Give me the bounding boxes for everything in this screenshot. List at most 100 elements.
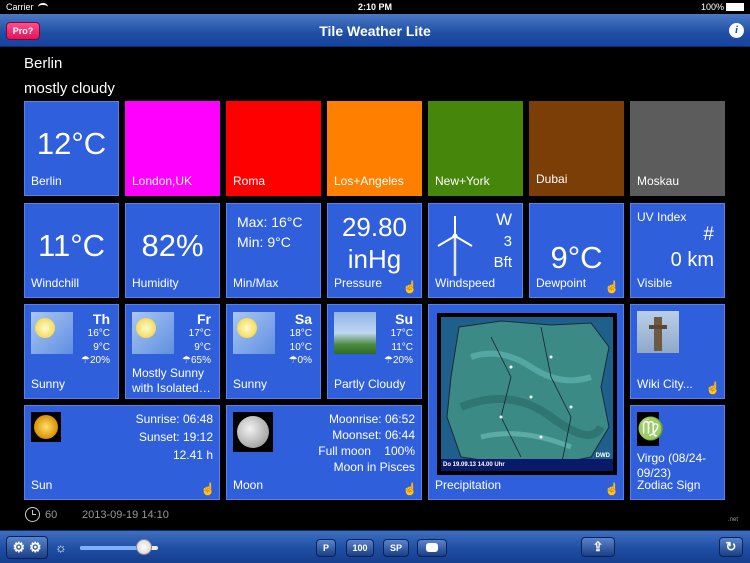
city-tile-new-york[interactable]: New+York [428, 101, 523, 196]
forecast-description: Sunny [233, 377, 268, 391]
zodiac-label: Zodiac Sign [637, 478, 701, 492]
share-button[interactable]: ⇪ [581, 537, 615, 557]
forecast-description: Sunny [31, 377, 66, 391]
max-temperature: Max: 16°C [237, 214, 303, 230]
p-button[interactable]: P [316, 539, 336, 557]
forecast-tile-thursday[interactable]: Th 16°C 9°C ☂20% Sunny [24, 304, 119, 399]
chat-button[interactable] [417, 539, 447, 557]
dewpoint-label: Dewpoint [536, 276, 587, 290]
dwd-badge: DWD [595, 453, 610, 459]
forecast-low: 9°C [93, 342, 110, 353]
wind-turbine-icon [437, 216, 473, 276]
current-temperature: 12°C [36, 126, 107, 161]
precipitation-radar-tile[interactable]: Do 19.09.13 14.00 Uhr DWD Precipitation … [428, 304, 624, 500]
sunrise-time: Sunrise: 06:48 [135, 412, 213, 426]
forecast-precipitation: ☂0% [288, 355, 312, 366]
windchill-label: Windchill [31, 276, 80, 290]
windchill-value: 11°C [38, 228, 105, 263]
sun-image [31, 412, 61, 442]
forecast-tile-saturday[interactable]: Sa 18°C 10°C ☂0% Sunny [226, 304, 321, 399]
refresh-button[interactable]: ↻ [719, 537, 743, 557]
forecast-tile-sunday[interactable]: Su 17°C 11°C ☂20% Partly Cloudy [327, 304, 422, 399]
forecast-low: 9°C [194, 342, 211, 353]
last-updated: 2013-09-19 14:10 [82, 509, 169, 521]
sun-label: Sun [31, 478, 53, 492]
moonrise-time: Moonrise: 06:52 [328, 412, 415, 426]
bottom-toolbar: ⚙ ⚙ ☼ P 100 SP ⇪ ↻ [0, 530, 750, 563]
city-tile-label: Dubai [536, 172, 568, 186]
city-tile-label: Berlin [31, 174, 62, 188]
sun-icon [31, 312, 73, 354]
forecast-description: Mostly Sunny [132, 366, 205, 380]
forecast-tile-friday[interactable]: Fr 17°C 9°C ☂65% Mostly Sunny with Isola… [125, 304, 220, 399]
city-tile-berlin[interactable]: 12°C Berlin [24, 101, 119, 196]
sp-button[interactable]: SP [383, 539, 409, 557]
nav-bar: Pro? Tile Weather Lite i [0, 14, 750, 47]
city-tile-label: Los+Angeles [334, 174, 404, 188]
refresh-icon: ↻ [725, 539, 737, 554]
gear-icon: ⚙ ⚙ [12, 539, 42, 555]
refresh-clock-icon[interactable] [25, 507, 40, 522]
moon-tile[interactable]: Moonrise: 06:52 Moonset: 06:44 Full moon… [226, 405, 422, 500]
forecast-precipitation: ☂65% [182, 355, 211, 366]
wind-speed: 3 [503, 233, 512, 250]
windspeed-label: Windspeed [435, 276, 496, 290]
wiki-city-tile[interactable]: Wiki City... ☝ [630, 304, 725, 399]
hand-pointer-icon: ☝ [402, 482, 418, 496]
city-tile-london[interactable]: London,UK [125, 101, 220, 196]
city-tile-moskau[interactable]: Moskau [630, 101, 725, 196]
uv-index-value: # [703, 224, 714, 245]
min-temperature: Min: 9°C [237, 234, 291, 250]
wind-direction: W [495, 210, 512, 229]
humidity-tile[interactable]: 82% Humidity [125, 203, 220, 298]
hundred-button[interactable]: 100 [346, 539, 374, 557]
humidity-value: 82% [141, 228, 204, 263]
city-tile-dubai[interactable]: Dubai [529, 101, 624, 196]
city-tile-label: New+York [435, 174, 490, 188]
pressure-tile[interactable]: 29.80 inHg Pressure ☝ [327, 203, 422, 298]
dewpoint-value: 9°C [550, 240, 603, 275]
city-tile-los-angeles[interactable]: Los+Angeles [327, 101, 422, 196]
forecast-low: 11°C [391, 342, 413, 353]
sunset-time: Sunset: 19:12 [138, 430, 213, 444]
visibility-label: Visible [637, 276, 673, 290]
dewpoint-tile[interactable]: 9°C Dewpoint ☝ [529, 203, 624, 298]
forecast-high: 18°C [289, 328, 312, 339]
forecast-description: Partly Cloudy [334, 377, 406, 391]
wind-unit: Bft [493, 254, 512, 271]
forecast-low: 10°C [289, 342, 312, 353]
minmax-tile[interactable]: Max: 16°C Min: 9°C Min/Max [226, 203, 321, 298]
visibility-value: 0 km [670, 249, 714, 271]
forecast-description-continued: with Isolated… [132, 381, 211, 395]
pressure-label: Pressure [334, 276, 383, 290]
moon-sign: Moon in Pisces [333, 460, 415, 474]
virgo-icon: ♍ [637, 412, 664, 446]
hand-pointer-icon: ☝ [604, 482, 620, 496]
brightness-slider-knob[interactable] [135, 539, 152, 555]
battery-indicator: 100% [701, 2, 744, 12]
hand-pointer-icon: ☝ [402, 280, 418, 294]
forecast-day: Fr [197, 311, 211, 327]
humidity-label: Humidity [132, 276, 179, 290]
forecast-precipitation: ☂20% [384, 355, 413, 366]
share-icon: ⇪ [592, 539, 604, 554]
uv-visibility-tile[interactable]: UV Index # 0 km Visible [630, 203, 725, 298]
radar-map-image [441, 317, 613, 471]
minmax-label: Min/Max [233, 276, 279, 290]
zodiac-tile[interactable]: ♍ Virgo (08/24- 09/23) Zodiac Sign [630, 405, 725, 500]
sun-tile[interactable]: Sunrise: 06:48 Sunset: 19:12 12.41 h Sun… [24, 405, 220, 500]
forecast-day: Su [395, 311, 413, 327]
city-tile-roma[interactable]: Roma [226, 101, 321, 196]
windchill-tile[interactable]: 11°C Windchill [24, 203, 119, 298]
wiki-city-label: Wiki City... [637, 377, 693, 391]
status-bar: Carrier 2:10 PM 100% [0, 0, 750, 14]
settings-button[interactable]: ⚙ ⚙ [6, 536, 48, 559]
brightness-slider-fill [80, 546, 144, 550]
battery-icon [726, 3, 744, 11]
info-icon[interactable]: i [729, 23, 744, 38]
sun-icon [233, 312, 275, 354]
windspeed-tile[interactable]: W 3 Bft Windspeed [428, 203, 523, 298]
brightness-icon: ☼ [55, 540, 67, 555]
radar-timestamp: Do 19.09.13 14.00 Uhr [443, 462, 505, 468]
radar-map: Do 19.09.13 14.00 Uhr DWD [437, 313, 617, 475]
